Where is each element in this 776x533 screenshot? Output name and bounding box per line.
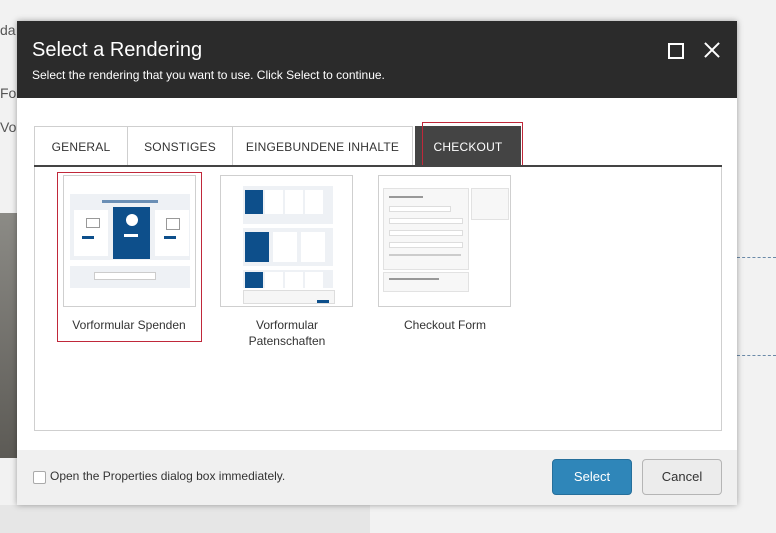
background-image [0, 213, 17, 458]
background-divider [737, 355, 776, 356]
rendering-label: Vorformular Spenden [72, 318, 186, 332]
background-text-1: da [0, 22, 16, 38]
open-properties-label[interactable]: Open the Properties dialog box immediate… [50, 469, 285, 483]
dialog-body: GENERAL SONSTIGES EINGEBUNDENE INHALTE C… [17, 98, 737, 450]
background-divider [737, 257, 776, 258]
background-text-3: Vo [0, 119, 17, 135]
background-footer [0, 505, 370, 533]
dialog-footer: Open the Properties dialog box immediate… [17, 450, 737, 505]
rendering-thumbnail [220, 175, 353, 307]
close-icon[interactable] [702, 40, 722, 60]
tab-eingebundene-inhalte[interactable]: EINGEBUNDENE INHALTE [232, 126, 413, 166]
tab-general[interactable]: GENERAL [34, 126, 128, 166]
rendering-item-checkout-form[interactable]: Checkout Form [378, 175, 513, 345]
rendering-thumbnail [63, 175, 196, 307]
rendering-item-vorformular-spenden[interactable]: Vorformular Spenden [62, 175, 197, 345]
cancel-button[interactable]: Cancel [642, 459, 722, 495]
tab-sonstiges[interactable]: SONSTIGES [127, 126, 233, 166]
rendering-label: Vorformular Patenschaften [248, 318, 326, 348]
dialog-header: Select a Rendering Select the rendering … [17, 21, 737, 98]
rendering-thumbnail [378, 175, 511, 307]
rendering-label: Checkout Form [403, 318, 487, 332]
open-properties-checkbox[interactable] [33, 471, 46, 484]
dialog-title: Select a Rendering [32, 39, 203, 61]
dialog-subtitle: Select the rendering that you want to us… [32, 68, 385, 82]
maximize-icon[interactable] [668, 43, 684, 59]
rendering-item-vorformular-patenschaften[interactable]: Vorformular Patenschaften [220, 175, 355, 355]
select-rendering-dialog: Select a Rendering Select the rendering … [17, 21, 737, 505]
tab-checkout[interactable]: CHECKOUT [415, 126, 521, 166]
select-button[interactable]: Select [552, 459, 632, 495]
